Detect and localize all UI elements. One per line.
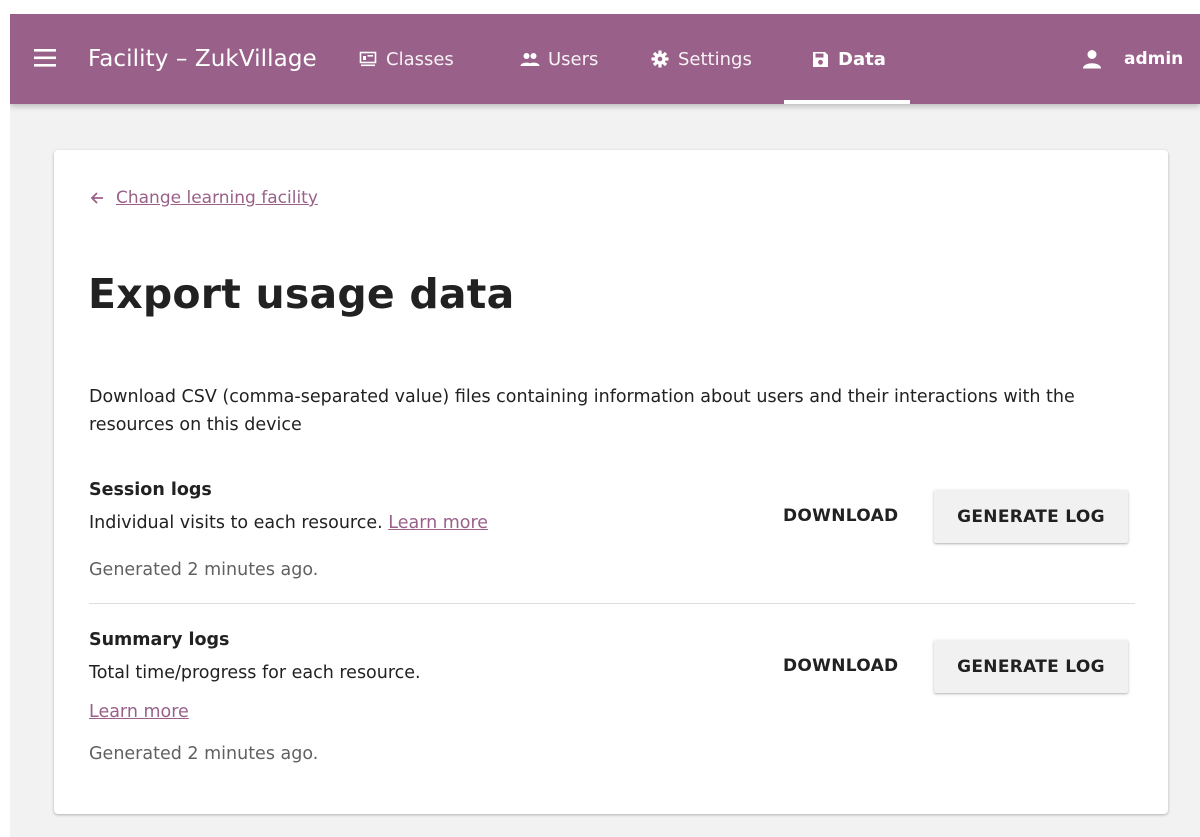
tab-settings[interactable]: Settings bbox=[650, 14, 752, 104]
person-icon bbox=[1082, 49, 1102, 69]
tab-data[interactable]: Data bbox=[784, 14, 910, 104]
session-logs-generate-button[interactable]: GENERATE LOG bbox=[934, 490, 1128, 543]
user-menu[interactable]: admin bbox=[1082, 14, 1183, 104]
tab-classes[interactable]: Classes bbox=[358, 14, 454, 104]
hamburger-menu-icon bbox=[34, 49, 56, 67]
session-logs-status: Generated 2 minutes ago. bbox=[89, 560, 319, 580]
menu-button[interactable] bbox=[32, 46, 60, 70]
tab-settings-label: Settings bbox=[678, 48, 752, 70]
session-logs-description: Individual visits to each resource. Lear… bbox=[89, 513, 488, 533]
change-facility-label: Change learning facility bbox=[116, 188, 318, 208]
app-bar: Facility – ZukVillage Classes Users Sett… bbox=[10, 14, 1200, 104]
change-facility-link[interactable]: Change learning facility bbox=[90, 188, 318, 208]
app-title: Facility – ZukVillage bbox=[88, 46, 317, 72]
tab-data-label: Data bbox=[838, 48, 886, 70]
export-card: Change learning facility Export usage da… bbox=[54, 150, 1168, 814]
summary-logs-generate-button[interactable]: GENERATE LOG bbox=[934, 640, 1128, 693]
session-logs-learn-more-link[interactable]: Learn more bbox=[388, 513, 488, 533]
tab-users[interactable]: Users bbox=[520, 14, 598, 104]
settings-icon bbox=[650, 49, 670, 69]
summary-logs-learn-more-link[interactable]: Learn more bbox=[89, 702, 189, 722]
username: admin bbox=[1124, 49, 1184, 69]
session-logs-description-text: Individual visits to each resource. bbox=[89, 513, 383, 533]
summary-logs-section: Summary logs Total time/progress for eac… bbox=[89, 630, 1135, 790]
tab-classes-label: Classes bbox=[386, 48, 454, 70]
session-logs-download-button[interactable]: DOWNLOAD bbox=[783, 506, 898, 526]
summary-logs-download-button[interactable]: DOWNLOAD bbox=[783, 656, 898, 676]
summary-logs-description: Total time/progress for each resource. bbox=[89, 663, 421, 683]
summary-logs-title: Summary logs bbox=[89, 630, 230, 650]
session-logs-section: Session logs Individual visits to each r… bbox=[89, 480, 1135, 604]
page-description: Download CSV (comma-separated value) fil… bbox=[89, 387, 1075, 435]
arrow-back-icon bbox=[90, 191, 104, 205]
users-icon bbox=[520, 49, 540, 69]
app-window: Facility – ZukVillage Classes Users Sett… bbox=[10, 14, 1200, 837]
summary-logs-status: Generated 2 minutes ago. bbox=[89, 744, 319, 764]
session-logs-title: Session logs bbox=[89, 480, 212, 500]
tab-users-label: Users bbox=[548, 48, 599, 70]
data-icon bbox=[810, 49, 830, 69]
classes-icon bbox=[358, 49, 378, 69]
page-title: Export usage data bbox=[88, 270, 515, 318]
